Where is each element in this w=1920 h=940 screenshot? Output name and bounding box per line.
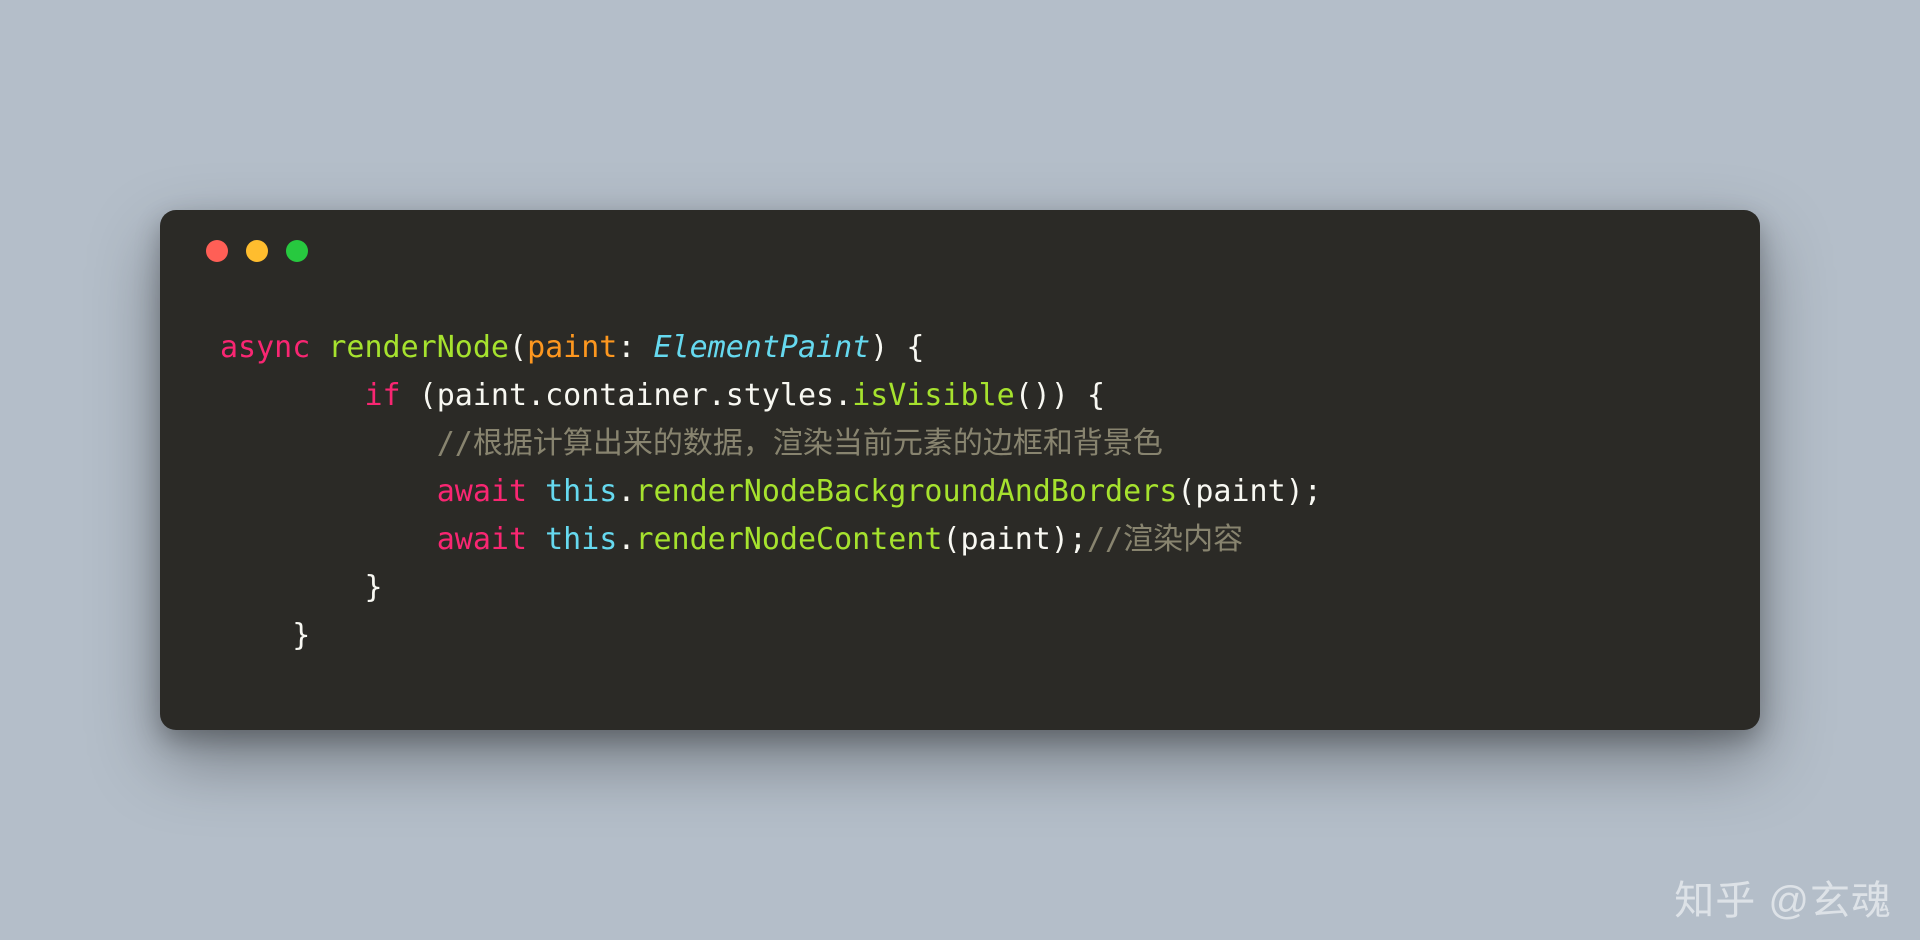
code-line-2: if (paint.container.styles.isVisible()) … bbox=[220, 372, 1700, 420]
code-area: async renderNode(paint: ElementPaint) { … bbox=[160, 296, 1760, 670]
code-line-3: //根据计算出来的数据，渲染当前元素的边框和背景色 bbox=[220, 420, 1700, 468]
traffic-light-zoom-icon[interactable] bbox=[286, 240, 308, 262]
keyword-await: await bbox=[437, 522, 527, 557]
method-name: renderNodeContent bbox=[635, 522, 942, 557]
traffic-light-minimize-icon[interactable] bbox=[246, 240, 268, 262]
param-name: paint bbox=[527, 330, 617, 365]
code-line-5: await this.renderNodeContent(paint);//渲染… bbox=[220, 516, 1700, 564]
watermark: 知乎 @玄魂 bbox=[1674, 868, 1892, 926]
keyword-if: if bbox=[365, 378, 401, 413]
keyword-this: this bbox=[545, 522, 617, 557]
method-name: renderNodeBackgroundAndBorders bbox=[635, 474, 1177, 509]
keyword-this: this bbox=[545, 474, 617, 509]
method-name: isVisible bbox=[852, 378, 1015, 413]
code-line-4: await this.renderNodeBackgroundAndBorder… bbox=[220, 468, 1700, 516]
code-comment: //渲染内容 bbox=[1087, 522, 1243, 557]
keyword-async: async bbox=[220, 330, 310, 365]
type-name: ElementPaint bbox=[654, 330, 871, 365]
code-window: async renderNode(paint: ElementPaint) { … bbox=[160, 210, 1760, 730]
window-titlebar bbox=[160, 210, 1760, 296]
function-name: renderNode bbox=[328, 330, 509, 365]
code-comment: //根据计算出来的数据，渲染当前元素的边框和背景色 bbox=[437, 426, 1163, 461]
code-line-7: } bbox=[220, 612, 1700, 660]
code-line-6: } bbox=[220, 564, 1700, 612]
traffic-light-close-icon[interactable] bbox=[206, 240, 228, 262]
keyword-await: await bbox=[437, 474, 527, 509]
code-line-1: async renderNode(paint: ElementPaint) { bbox=[220, 324, 1700, 372]
